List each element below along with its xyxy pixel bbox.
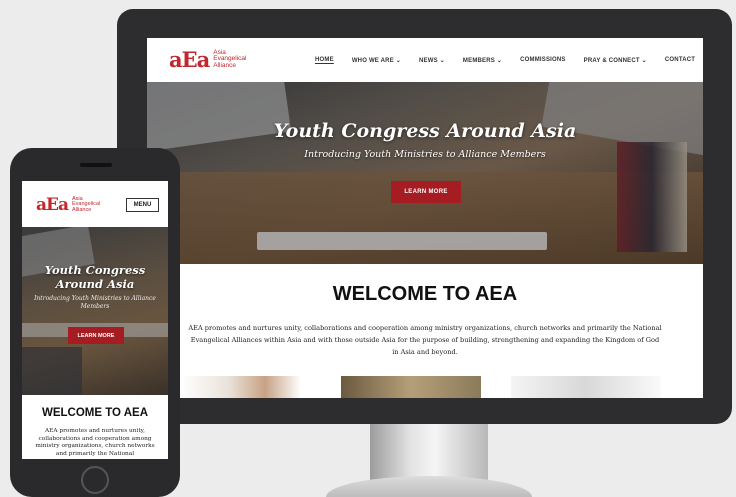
- nav-item-news[interactable]: NEWS ⌄: [419, 57, 445, 64]
- menu-button[interactable]: MENU: [126, 198, 159, 212]
- site-header: aEa Asia Evangelical Alliance HOME WHO W…: [147, 38, 703, 82]
- main-nav: HOME WHO WE ARE ⌄ NEWS ⌄ MEMBERS ⌄ COMMI…: [315, 38, 703, 82]
- welcome-paragraph: AEA promotes and nurtures unity, collabo…: [188, 324, 662, 356]
- nav-item-members[interactable]: MEMBERS ⌄: [463, 57, 502, 64]
- feature-thumbnail[interactable]: [181, 376, 301, 398]
- logo-text: Asia Evangelical Alliance: [213, 49, 246, 70]
- feature-thumbnails: [181, 376, 669, 398]
- mobile-phone: aEa Asia Evangelical Alliance MENU Youth…: [10, 148, 180, 497]
- logo-text: Asia Evangelical Alliance: [72, 196, 100, 214]
- logo-line-3: Alliance: [72, 206, 92, 213]
- nav-item-home[interactable]: HOME: [315, 57, 334, 63]
- nav-item-who-we-are[interactable]: WHO WE ARE ⌄: [352, 57, 401, 64]
- nav-item-pray-connect[interactable]: PRAY & CONNECT ⌄: [584, 57, 647, 64]
- hero-overlay: [22, 227, 168, 395]
- logo-mark: aEa: [169, 47, 210, 72]
- mobile-welcome-heading: WELCOME TO AEA: [41, 407, 149, 419]
- hero-banner: Youth Congress Around Asia Introducing Y…: [147, 82, 703, 264]
- mobile-hero-title: Youth Congress Around Asia: [44, 263, 146, 291]
- phone-home-button[interactable]: [81, 466, 109, 494]
- mobile-hero-subtitle: Introducing Youth Ministries to Alliance…: [34, 295, 156, 310]
- hero-overlay: [147, 82, 703, 264]
- mobile-logo[interactable]: aEa Asia Evangelical Alliance: [36, 195, 100, 215]
- mobile-screen: aEa Asia Evangelical Alliance MENU Youth…: [22, 181, 168, 459]
- nav-item-contact[interactable]: CONTACT: [665, 57, 695, 63]
- nav-item-commissions[interactable]: COMMISSIONS: [520, 57, 566, 63]
- logo-line-3: Alliance: [213, 61, 236, 69]
- mobile-welcome-paragraph: AEA promotes and nurtures unity, collabo…: [35, 428, 155, 457]
- feature-thumbnail[interactable]: [341, 376, 481, 398]
- desktop-monitor: aEa Asia Evangelical Alliance HOME WHO W…: [117, 9, 732, 424]
- monitor-stand-neck: [370, 424, 488, 480]
- desktop-screen: aEa Asia Evangelical Alliance HOME WHO W…: [147, 38, 703, 398]
- monitor-stand-base: [326, 476, 532, 497]
- site-logo[interactable]: aEa Asia Evangelical Alliance: [169, 47, 246, 72]
- mobile-hero-banner: Youth Congress Around Asia Introducing Y…: [22, 227, 168, 395]
- phone-speaker: [80, 163, 112, 167]
- logo-mark: aEa: [36, 195, 69, 215]
- hero-title: Youth Congress Around Asia: [273, 120, 577, 142]
- hero-subtitle: Introducing Youth Ministries to Alliance…: [304, 149, 546, 160]
- welcome-heading: WELCOME TO AEA: [332, 283, 518, 305]
- mobile-learn-more-button[interactable]: LEARN MORE: [68, 327, 124, 344]
- feature-thumbnail[interactable]: [511, 376, 661, 398]
- mobile-header: aEa Asia Evangelical Alliance MENU: [22, 181, 168, 227]
- learn-more-button[interactable]: LEARN MORE: [391, 181, 461, 203]
